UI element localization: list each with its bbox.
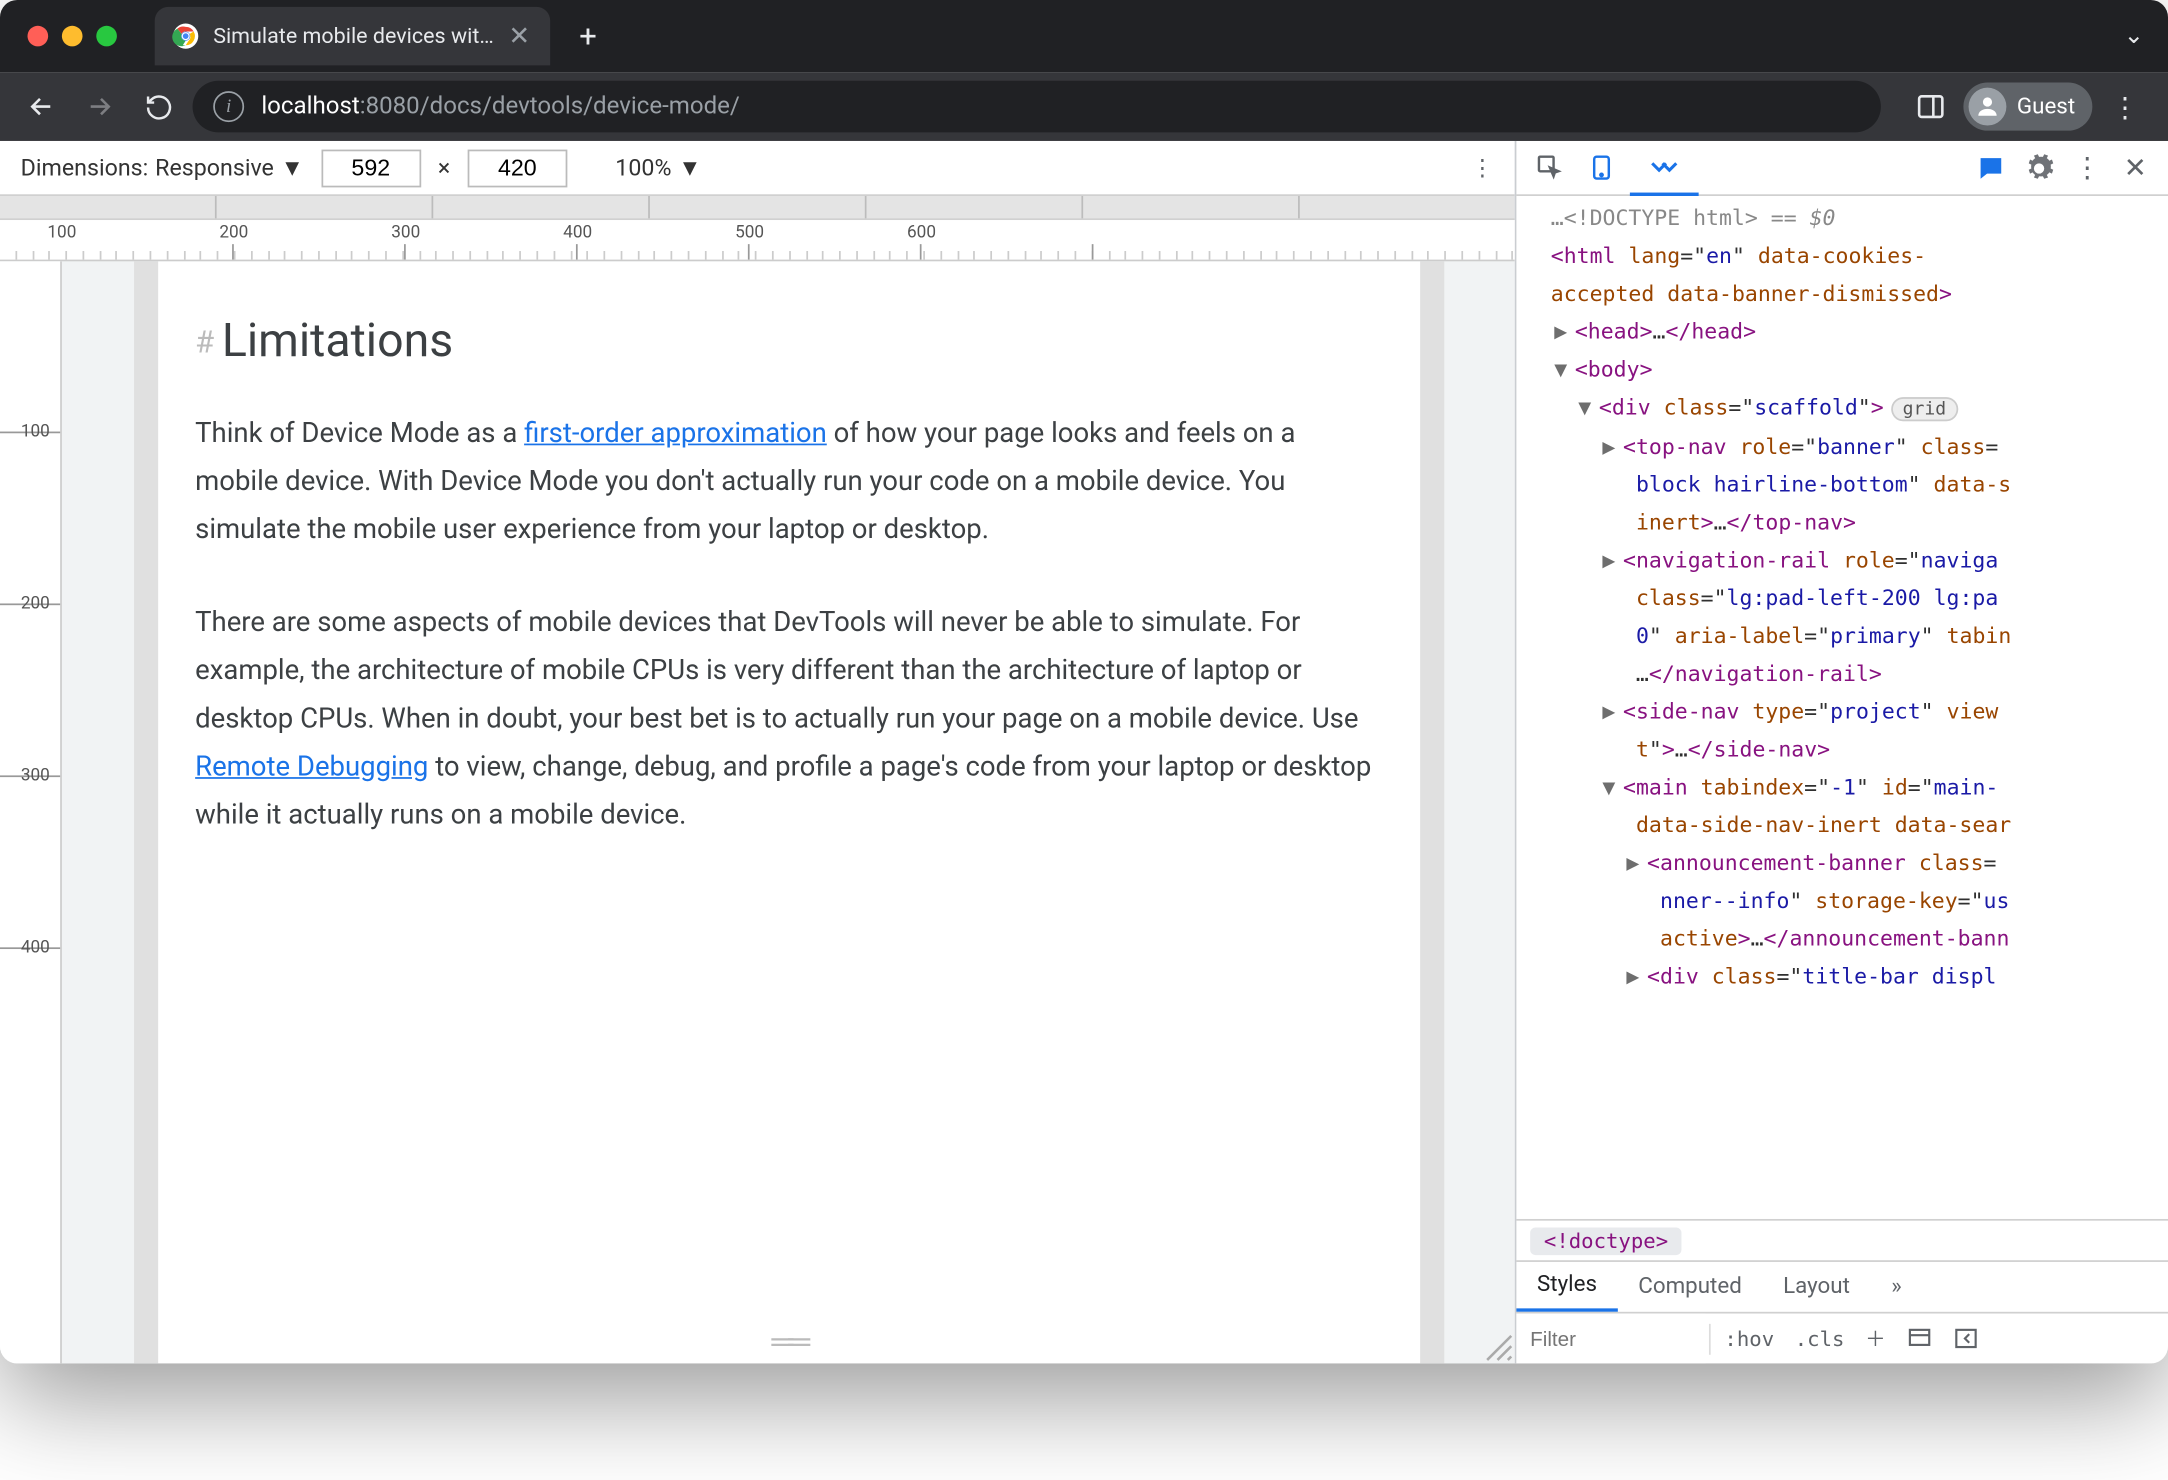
device-options-icon[interactable]: ⋮ xyxy=(1471,154,1494,182)
breakpoint-strip[interactable] xyxy=(0,196,1515,220)
breadcrumb-item[interactable]: <!doctype> xyxy=(1530,1227,1682,1255)
paragraph: There are some aspects of mobile devices… xyxy=(195,598,1381,839)
device-mode-pane: Dimensions: Responsive ▼ × 100%▼ ⋮ 10020… xyxy=(0,141,1515,1363)
side-panel-icon[interactable] xyxy=(1905,81,1957,133)
dom-tree[interactable]: …<!DOCTYPE html> == $0<html lang="en" da… xyxy=(1516,196,2168,1219)
tab-close-icon[interactable]: ✕ xyxy=(505,22,533,50)
ruler-vertical: 100200300400 xyxy=(0,261,62,1363)
dropdown-icon: ▼ xyxy=(678,154,701,182)
zoom-selector[interactable]: 100%▼ xyxy=(615,154,701,182)
hov-toggle[interactable]: :hov xyxy=(1714,1326,1784,1350)
styles-filter-input[interactable] xyxy=(1516,1314,1705,1364)
page-content[interactable]: Limitations Think of Device Mode as a fi… xyxy=(157,261,1419,1363)
tabstrip: Simulate mobile devices with D ✕ + ⌄ xyxy=(0,0,2168,72)
toggle-panel-icon[interactable] xyxy=(1942,1326,1988,1352)
browser-toolbar: i localhost:8080/docs/devtools/device-mo… xyxy=(0,72,2168,141)
resize-handle-right[interactable] xyxy=(1419,261,1443,1363)
window-close-button[interactable] xyxy=(28,26,49,47)
tab-title: Simulate mobile devices with D xyxy=(213,23,505,49)
styles-filter-bar: :hov .cls ＋ xyxy=(1516,1312,2168,1364)
resize-handle-bottom[interactable]: ══ xyxy=(772,1324,806,1360)
page-heading: Limitations xyxy=(195,313,1381,368)
computed-styles-icon[interactable] xyxy=(1896,1326,1942,1352)
devtools-panel: ⋮ ✕ …<!DOCTYPE html> == $0<html lang="en… xyxy=(1515,141,2168,1363)
styles-tabs: Styles Computed Layout » xyxy=(1516,1260,2168,1312)
inspect-element-icon[interactable] xyxy=(1527,145,1572,190)
paragraph: Think of Device Mode as a first-order ap… xyxy=(195,409,1381,553)
resize-handle-left[interactable] xyxy=(133,261,157,1363)
new-style-rule-icon[interactable]: ＋ xyxy=(1855,1324,1896,1353)
back-button[interactable] xyxy=(17,83,65,131)
site-info-icon[interactable]: i xyxy=(213,91,244,122)
messages-icon[interactable] xyxy=(1969,145,2014,190)
link-remote-debugging[interactable]: Remote Debugging xyxy=(195,750,428,783)
dropdown-icon: ▼ xyxy=(281,154,304,182)
tab-computed[interactable]: Computed xyxy=(1618,1262,1763,1312)
reload-button[interactable] xyxy=(134,83,182,131)
device-toolbar: Dimensions: Responsive ▼ × 100%▼ ⋮ xyxy=(0,141,1515,196)
chrome-favicon-icon xyxy=(172,22,200,50)
ruler-horizontal: 100200300400500600 xyxy=(0,220,1515,261)
elements-tab-overflow-icon[interactable] xyxy=(1630,140,1699,195)
window-maximize-button[interactable] xyxy=(96,26,117,47)
tab-styles[interactable]: Styles xyxy=(1516,1262,1617,1312)
url-text: localhost:8080/docs/devtools/device-mode… xyxy=(261,93,740,121)
toggle-device-icon[interactable] xyxy=(1578,145,1623,190)
resize-handle-corner[interactable] xyxy=(1484,1332,1515,1363)
link-first-order[interactable]: first-order approximation xyxy=(524,416,827,449)
simulated-viewport: Limitations Think of Device Mode as a fi… xyxy=(133,261,1443,1363)
profile-chip[interactable]: Guest xyxy=(1964,83,2093,131)
profile-label: Guest xyxy=(2017,94,2075,120)
styles-tabs-overflow-icon[interactable]: » xyxy=(1871,1262,1923,1312)
window-minimize-button[interactable] xyxy=(62,26,83,47)
tablist-dropdown-icon[interactable]: ⌄ xyxy=(2124,22,2144,50)
settings-icon[interactable] xyxy=(2017,145,2062,190)
avatar-icon xyxy=(1969,88,2007,126)
forward-button[interactable] xyxy=(76,83,124,131)
height-input[interactable] xyxy=(467,149,567,187)
window-controls xyxy=(28,26,117,47)
cls-toggle[interactable]: .cls xyxy=(1784,1326,1854,1350)
dimension-separator: × xyxy=(438,154,450,182)
browser-menu-icon[interactable]: ⋮ xyxy=(2099,81,2151,133)
devtools-menu-icon[interactable]: ⋮ xyxy=(2065,145,2110,190)
new-tab-button[interactable]: + xyxy=(564,12,612,60)
browser-window: Simulate mobile devices with D ✕ + ⌄ i l… xyxy=(0,0,2168,1363)
devtools-toolbar: ⋮ ✕ xyxy=(1516,141,2168,196)
address-bar[interactable]: i localhost:8080/docs/devtools/device-mo… xyxy=(193,81,1882,133)
devtools-close-icon[interactable]: ✕ xyxy=(2113,145,2158,190)
tab-layout[interactable]: Layout xyxy=(1762,1262,1870,1312)
width-input[interactable] xyxy=(321,149,421,187)
browser-tab[interactable]: Simulate mobile devices with D ✕ xyxy=(155,7,550,65)
dimensions-selector[interactable]: Dimensions: Responsive ▼ xyxy=(21,154,304,182)
breadcrumb-bar[interactable]: <!doctype> xyxy=(1516,1219,2168,1260)
